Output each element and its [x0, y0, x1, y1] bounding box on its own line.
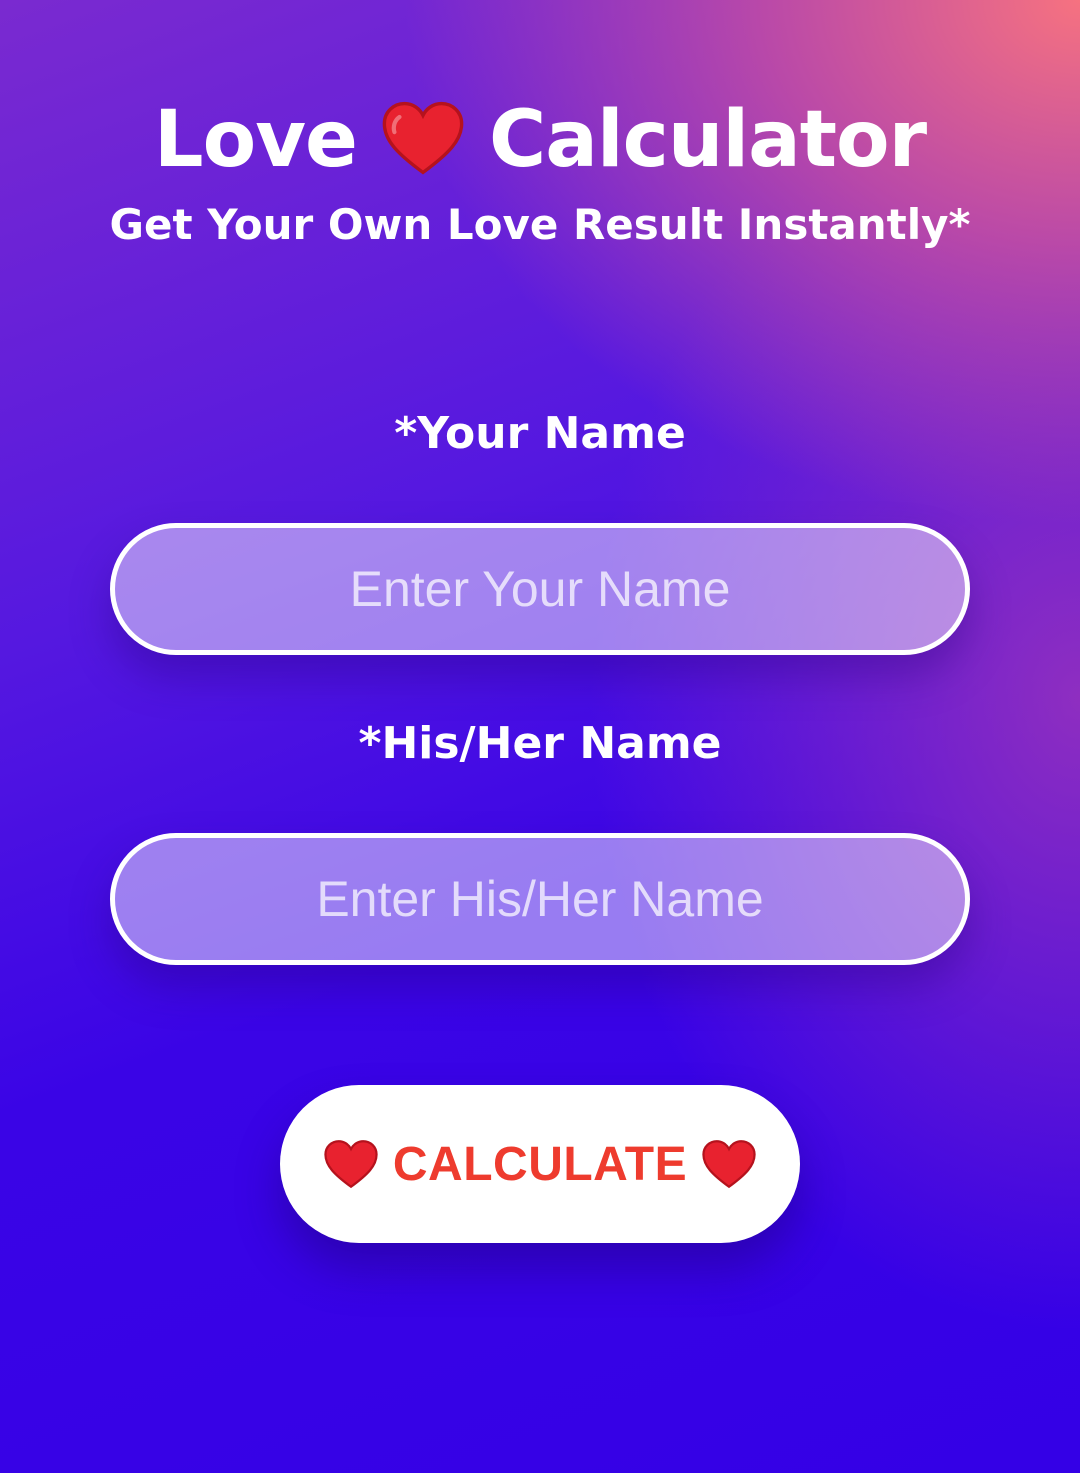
app-title: Love Calculator: [0, 92, 1080, 188]
app-subtitle: Get Your Own Love Result Instantly*: [109, 200, 971, 249]
calculate-button[interactable]: CALCULATE: [280, 1085, 800, 1243]
your-name-label: *Your Name: [394, 408, 686, 459]
partner-name-input[interactable]: [110, 833, 970, 965]
your-name-input[interactable]: [110, 523, 970, 655]
app-title-love: Love: [153, 95, 358, 185]
heart-icon: [701, 1139, 757, 1189]
partner-name-label: *His/Her Name: [358, 718, 722, 769]
calculate-button-label: CALCULATE: [392, 1137, 688, 1191]
app-title-calculator: Calculator: [488, 95, 927, 185]
heart-icon: [381, 100, 465, 176]
heart-icon: [323, 1139, 379, 1189]
